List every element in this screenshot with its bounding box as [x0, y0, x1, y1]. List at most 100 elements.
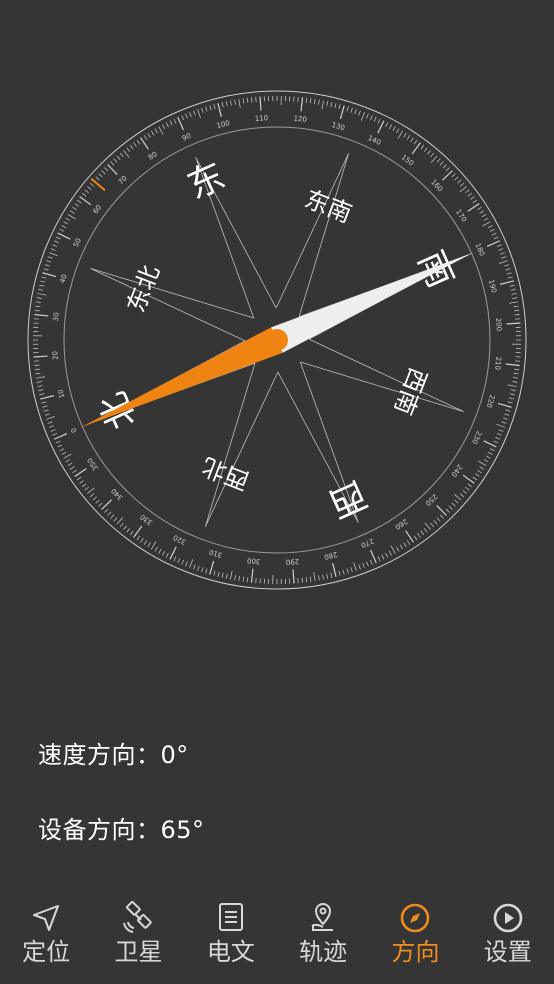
dial-tick — [44, 264, 50, 267]
map-pin-icon — [311, 903, 334, 931]
dial-tick — [370, 549, 377, 564]
dial-tick — [169, 120, 173, 126]
dial-tick — [34, 313, 49, 317]
dial-tick — [330, 102, 333, 108]
degree-label: 190 — [487, 279, 498, 294]
dial-tick — [499, 260, 508, 264]
dial-tick — [177, 116, 184, 131]
nav-item-direction[interactable]: 方向 — [372, 900, 458, 966]
dial-tick — [119, 522, 124, 528]
dial-tick — [250, 568, 254, 583]
degree-label: 210 — [493, 356, 502, 370]
dial-tick — [502, 417, 508, 420]
nav-item-message[interactable]: 电文 — [188, 900, 274, 966]
dial-tick — [313, 572, 316, 582]
degree-label: 0 — [70, 427, 79, 434]
dial-tick — [35, 305, 41, 308]
dial-tick — [129, 530, 134, 536]
dial-tick — [107, 164, 118, 175]
dial-tick — [49, 252, 58, 257]
dial-tick — [362, 563, 365, 568]
dial-tick — [123, 150, 130, 158]
dial-tick — [509, 284, 515, 287]
dial-tick — [406, 135, 411, 140]
dial-tick — [57, 444, 63, 448]
dial-tick — [377, 556, 381, 562]
direction-label: 东 — [182, 155, 232, 207]
dial-tick — [81, 483, 87, 488]
dial-tick — [489, 448, 495, 452]
degree-label: 160 — [429, 178, 444, 193]
nav-item-location[interactable]: 定位 — [3, 900, 89, 966]
dial-tick — [385, 552, 389, 558]
dial-tick — [74, 468, 87, 477]
dial-tick — [197, 109, 201, 118]
dial-tick — [505, 363, 520, 367]
nav-item-settings[interactable]: 设置 — [465, 900, 551, 966]
dial-tick — [346, 106, 349, 112]
dial-tick — [151, 541, 157, 550]
nav-label-direction: 方向 — [391, 938, 440, 966]
degree-label: 300 — [247, 556, 261, 565]
degree-label: 200 — [494, 318, 503, 332]
dial-tick — [50, 429, 56, 432]
dial-tick — [392, 126, 396, 132]
dial-tick — [467, 203, 480, 212]
dial-tick — [43, 268, 49, 271]
dial-tick — [74, 203, 80, 207]
degree-label: 50 — [72, 237, 83, 249]
degree-label: 310 — [208, 548, 223, 559]
dial-tick — [41, 401, 47, 404]
dial-tick — [479, 210, 485, 214]
nav-item-track[interactable]: 轨迹 — [280, 900, 366, 966]
dial-tick — [388, 550, 392, 556]
dial-tick — [95, 176, 100, 181]
needle-pivot — [266, 329, 288, 351]
degree-label: 150 — [400, 153, 416, 167]
degree-label: 60 — [92, 204, 104, 216]
speed-direction-value: 0° — [160, 741, 189, 769]
dial-tick — [454, 176, 459, 181]
degree-label: 30 — [52, 312, 61, 322]
dial-tick — [193, 110, 196, 116]
dial-tick — [493, 236, 499, 240]
dial-tick — [126, 147, 131, 152]
dial-tick — [189, 112, 192, 117]
dial-tick — [423, 147, 428, 152]
nav-item-satellite[interactable]: 卫星 — [95, 900, 181, 966]
dial-tick — [72, 469, 77, 474]
dial-tick — [472, 199, 478, 204]
nav-label-location: 定位 — [22, 938, 71, 966]
dial-tick — [405, 530, 414, 543]
dial-tick — [457, 179, 462, 184]
dial-tick — [465, 486, 470, 491]
dial-tick — [338, 570, 341, 576]
dial-tick — [462, 490, 467, 494]
dial-tick — [314, 98, 316, 104]
dial-tick — [424, 522, 431, 530]
dial-tick — [116, 517, 124, 525]
dial-tick — [483, 459, 489, 463]
dial-tick — [385, 122, 389, 128]
heading-marker — [90, 177, 106, 192]
dial-tick — [158, 126, 164, 135]
dial-tick — [143, 540, 148, 545]
dial-tick — [373, 116, 377, 122]
dial-tick — [79, 196, 92, 206]
dial-tick — [147, 132, 151, 138]
dial-tick — [507, 401, 513, 404]
dial-tick — [221, 572, 224, 578]
dial-tick — [442, 164, 447, 169]
dial-tick — [445, 167, 450, 172]
degree-label: 260 — [393, 517, 409, 531]
dial-tick — [234, 99, 236, 105]
dial-tick — [173, 118, 177, 124]
north-needle — [80, 327, 283, 428]
dial-tick — [454, 499, 459, 504]
dial-tick — [322, 574, 324, 580]
dial-tick — [513, 377, 519, 379]
dial-tick — [123, 525, 127, 530]
dial-tick — [173, 556, 177, 562]
dial-tick — [52, 244, 58, 247]
dial-tick — [136, 139, 141, 145]
